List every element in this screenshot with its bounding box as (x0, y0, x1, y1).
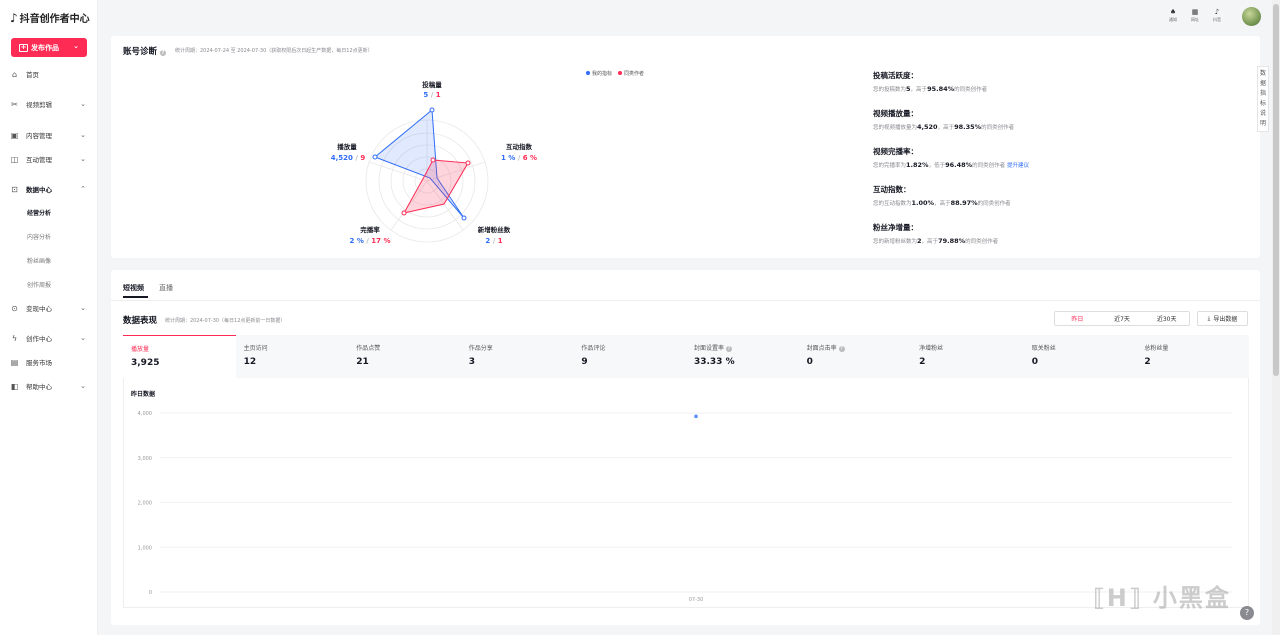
y-tick-label: 4,000 (138, 411, 152, 417)
y-tick-label: 3,000 (138, 456, 152, 462)
scrollbar-thumb[interactable] (1273, 4, 1279, 376)
y-tick-label: 0 (149, 590, 152, 596)
help-button[interactable]: ? (1240, 606, 1254, 620)
y-tick-label: 1,000 (138, 545, 152, 551)
x-tick-label: 07-30 (689, 597, 704, 603)
logo-icon: ⟦H⟧ (1093, 584, 1143, 612)
watermark: ⟦H⟧ 小黑盒 (1093, 584, 1231, 612)
y-tick-label: 2,000 (138, 501, 152, 507)
data-point[interactable] (694, 414, 698, 419)
scrollbar[interactable] (1272, 0, 1280, 635)
line-chart: 4,000 3,000 2,000 1,000 0 07-30 (138, 411, 1232, 603)
